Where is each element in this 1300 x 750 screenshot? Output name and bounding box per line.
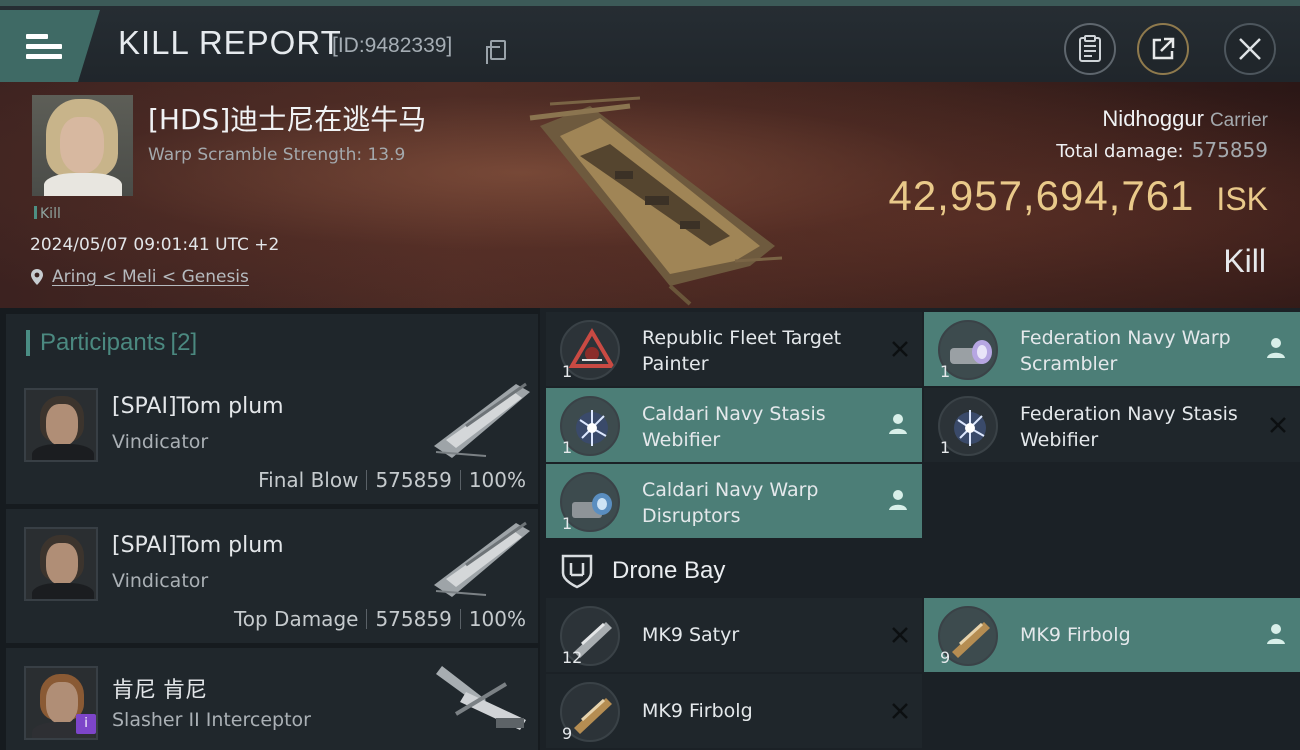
drone-name: MK9 Firbolg: [1020, 624, 1131, 646]
module-item[interactable]: 1 Caldari Navy Warp Disruptors: [546, 464, 922, 538]
drone-qty: 12: [562, 648, 583, 667]
participant-damage: 575859: [375, 607, 452, 631]
drone-name: MK9 Satyr: [642, 624, 740, 646]
location-link[interactable]: Aring < Meli < Genesis: [52, 267, 249, 287]
victim-ship-name[interactable]: Nidhoggur: [1102, 106, 1204, 131]
participants-panel: Participants [2] [SPAI]Tom plum Vindicat…: [0, 308, 540, 750]
total-damage-label: Total damage:: [1056, 141, 1184, 162]
participant-ship-image: [434, 382, 530, 458]
participant-percent: 100%: [468, 607, 526, 631]
module-qty: 1: [562, 362, 573, 381]
module-item[interactable]: 1 Federation Navy Stasis Webifier: [924, 388, 1300, 462]
participant-ship: Vindicator: [112, 570, 209, 592]
drone-item[interactable]: 9 MK9 Firbolg: [924, 598, 1300, 672]
participants-header: Participants [2]: [6, 314, 538, 372]
drone-item[interactable]: 12 MK9 Satyr: [546, 598, 922, 672]
result-label: Kill: [1223, 243, 1266, 279]
close-button[interactable]: [1224, 23, 1276, 75]
participant-stats: Top Damage 575859 100%: [234, 607, 526, 631]
module-qty: 1: [940, 362, 951, 381]
kill-tag: Kill: [34, 206, 61, 222]
victim-ship-class: Carrier: [1209, 110, 1268, 131]
hamburger-icon: [26, 29, 62, 64]
participant-damage: 575859: [375, 468, 452, 492]
isk-amount: 42,957,694,761: [888, 172, 1195, 219]
destroyed-x-icon: [892, 703, 908, 719]
avatar[interactable]: [24, 527, 98, 601]
participant-card[interactable]: [SPAI]Tom plum Vindicator Top Damage 5758…: [6, 509, 538, 643]
page-title: KILL REPORT: [118, 24, 342, 61]
drone-name: MK9 Firbolg: [642, 700, 753, 722]
isk-unit: ISK: [1216, 181, 1268, 217]
participant-card[interactable]: [SPAI]Tom plum Vindicator Final Blow 5758…: [6, 370, 538, 504]
participants-title: Participants: [40, 329, 166, 356]
dropped-user-icon: [1267, 338, 1285, 358]
participant-role: Top Damage: [233, 607, 359, 631]
total-damage-value: 575859: [1191, 138, 1268, 162]
destroyed-x-icon: [892, 627, 908, 643]
dropped-user-icon: [1267, 624, 1285, 644]
participant-stats: Final Blow 575859 100%: [258, 468, 526, 492]
module-qty: 1: [562, 514, 573, 533]
module-item[interactable]: 1 Caldari Navy Stasis Webifier: [546, 388, 922, 462]
drone-bay-title: Drone Bay: [612, 557, 726, 584]
kill-report-screen: KILL REPORT [ID:9482339] [HDS]迪士尼在逃牛马 Wa…: [0, 0, 1300, 750]
module-name: Caldari Navy Warp Disruptors: [642, 479, 819, 527]
close-icon: [1239, 38, 1261, 60]
participant-role: Final Blow: [258, 468, 359, 492]
victim-ship-image: [529, 96, 783, 306]
avatar[interactable]: [24, 388, 98, 462]
module-item[interactable]: 1 Federation Navy Warp Scrambler: [924, 312, 1300, 386]
participant-ship: Slasher II Interceptor: [112, 709, 311, 731]
dropped-user-icon: [889, 414, 907, 434]
dropped-user-icon: [889, 490, 907, 510]
drone-item[interactable]: 9 MK9 Firbolg: [546, 674, 922, 748]
module-name: Republic Fleet Target Painter: [642, 327, 842, 375]
top-bar: KILL REPORT [ID:9482339]: [0, 0, 1300, 82]
kill-location[interactable]: Aring < Meli < Genesis: [30, 267, 249, 287]
copy-icon[interactable]: [486, 40, 506, 64]
share-icon: [1152, 37, 1175, 60]
participant-name: [SPAI]Tom plum: [112, 394, 284, 419]
victim-name[interactable]: [HDS]迪士尼在逃牛马: [148, 98, 426, 138]
module-name: Federation Navy Warp Scrambler: [1020, 327, 1231, 375]
module-qty: 1: [562, 438, 573, 457]
participant-name: 肯尼 肯尼: [112, 678, 207, 703]
module-name: Caldari Navy Stasis Webifier: [642, 403, 826, 451]
module-qty: 1: [940, 438, 951, 457]
destroyed-x-icon: [892, 341, 908, 357]
participant-ship: Vindicator: [112, 431, 209, 453]
menu-button[interactable]: [0, 10, 100, 82]
fitting-panel: 1 Republic Fleet Target Painter 1 Federa…: [540, 308, 1300, 750]
drone-qty: 9: [940, 648, 951, 667]
drone-qty: 9: [562, 724, 573, 743]
participant-card[interactable]: i 肯尼 肯尼 Slasher II Interceptor: [6, 648, 538, 750]
drone-bay-shield-icon: [561, 554, 593, 589]
module-item[interactable]: 1 Republic Fleet Target Painter: [546, 312, 922, 386]
victim-summary: [HDS]迪士尼在逃牛马 Warp Scramble Strength: 13.…: [0, 82, 1300, 308]
warp-scramble-strength: Warp Scramble Strength: 13.9: [148, 145, 406, 165]
participant-ship-image: [436, 666, 526, 730]
participant-name: [SPAI]Tom plum: [112, 533, 284, 558]
participant-ship-image: [434, 521, 530, 597]
kill-datetime: 2024/05/07 09:01:41 UTC +2: [30, 235, 280, 255]
isk-value: 42,957,694,761 ISK: [888, 172, 1268, 220]
location-pin-icon: [31, 269, 43, 285]
ship-info: Nidhoggur Carrier Total damage: 575859: [1056, 106, 1268, 162]
module-name: Federation Navy Stasis Webifier: [1020, 403, 1238, 451]
report-id: [ID:9482339]: [332, 34, 453, 57]
info-badge-icon: i: [76, 714, 96, 734]
share-button[interactable]: [1137, 23, 1189, 75]
participants-count: [2]: [170, 329, 198, 356]
drone-bay-header: Drone Bay: [540, 540, 1300, 602]
victim-portrait[interactable]: [32, 95, 133, 196]
destroyed-x-icon: [1270, 417, 1286, 433]
clipboard-button[interactable]: [1064, 23, 1116, 75]
participant-percent: 100%: [468, 468, 526, 492]
clipboard-icon: [1079, 35, 1101, 62]
